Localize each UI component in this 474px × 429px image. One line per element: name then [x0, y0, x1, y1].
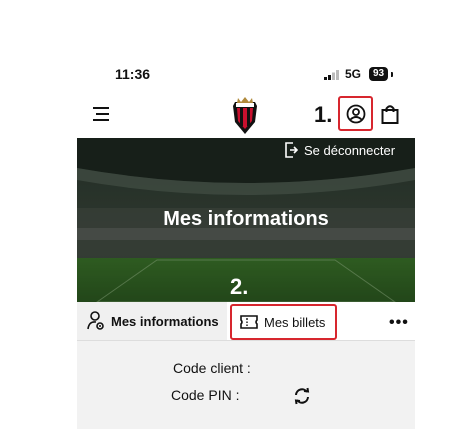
refresh-icon[interactable]: [293, 387, 311, 405]
hero-banner: Se déconnecter Mes informations 2.: [77, 138, 415, 302]
code-pin-label: Code PIN :: [171, 387, 240, 403]
more-options-icon[interactable]: •••: [389, 314, 409, 332]
battery-indicator: 93: [369, 67, 389, 81]
tab-label: Mes informations: [111, 313, 219, 329]
logout-icon: [285, 142, 298, 158]
logout-button[interactable]: Se déconnecter: [284, 142, 395, 158]
battery-tip: [391, 72, 393, 77]
user-circle-icon: [346, 104, 365, 123]
signal-icon: [324, 70, 339, 80]
step-2-marker: 2.: [230, 274, 249, 299]
profile-button[interactable]: [338, 96, 373, 131]
network-type: 5G: [345, 67, 362, 81]
tab-label: Mes billets: [264, 314, 326, 330]
shopping-bag-icon[interactable]: [381, 104, 399, 124]
tab-mes-informations[interactable]: Mes informations: [77, 302, 227, 340]
code-client-label: Code client :: [173, 360, 251, 376]
user-settings-icon: [87, 311, 104, 330]
account-tabs: Mes informations Mes billets •••: [77, 302, 415, 341]
tab-mes-billets[interactable]: Mes billets: [230, 304, 337, 340]
hamburger-menu-icon[interactable]: [93, 106, 111, 122]
status-time: 11:36: [115, 66, 151, 82]
app-header: 1.: [77, 92, 415, 138]
page-title: Mes informations: [163, 208, 329, 230]
club-logo[interactable]: [229, 96, 261, 134]
account-info-panel: Code client : Code PIN :: [77, 341, 415, 429]
step-1-marker: 1.: [314, 102, 333, 127]
status-bar: 11:36 5G 93: [77, 62, 415, 86]
phone-screen: 11:36 5G 93 1. Se déconnecter Mes inform…: [77, 0, 415, 429]
logout-label: Se déconnecter: [304, 142, 396, 158]
ticket-icon: [240, 315, 258, 329]
